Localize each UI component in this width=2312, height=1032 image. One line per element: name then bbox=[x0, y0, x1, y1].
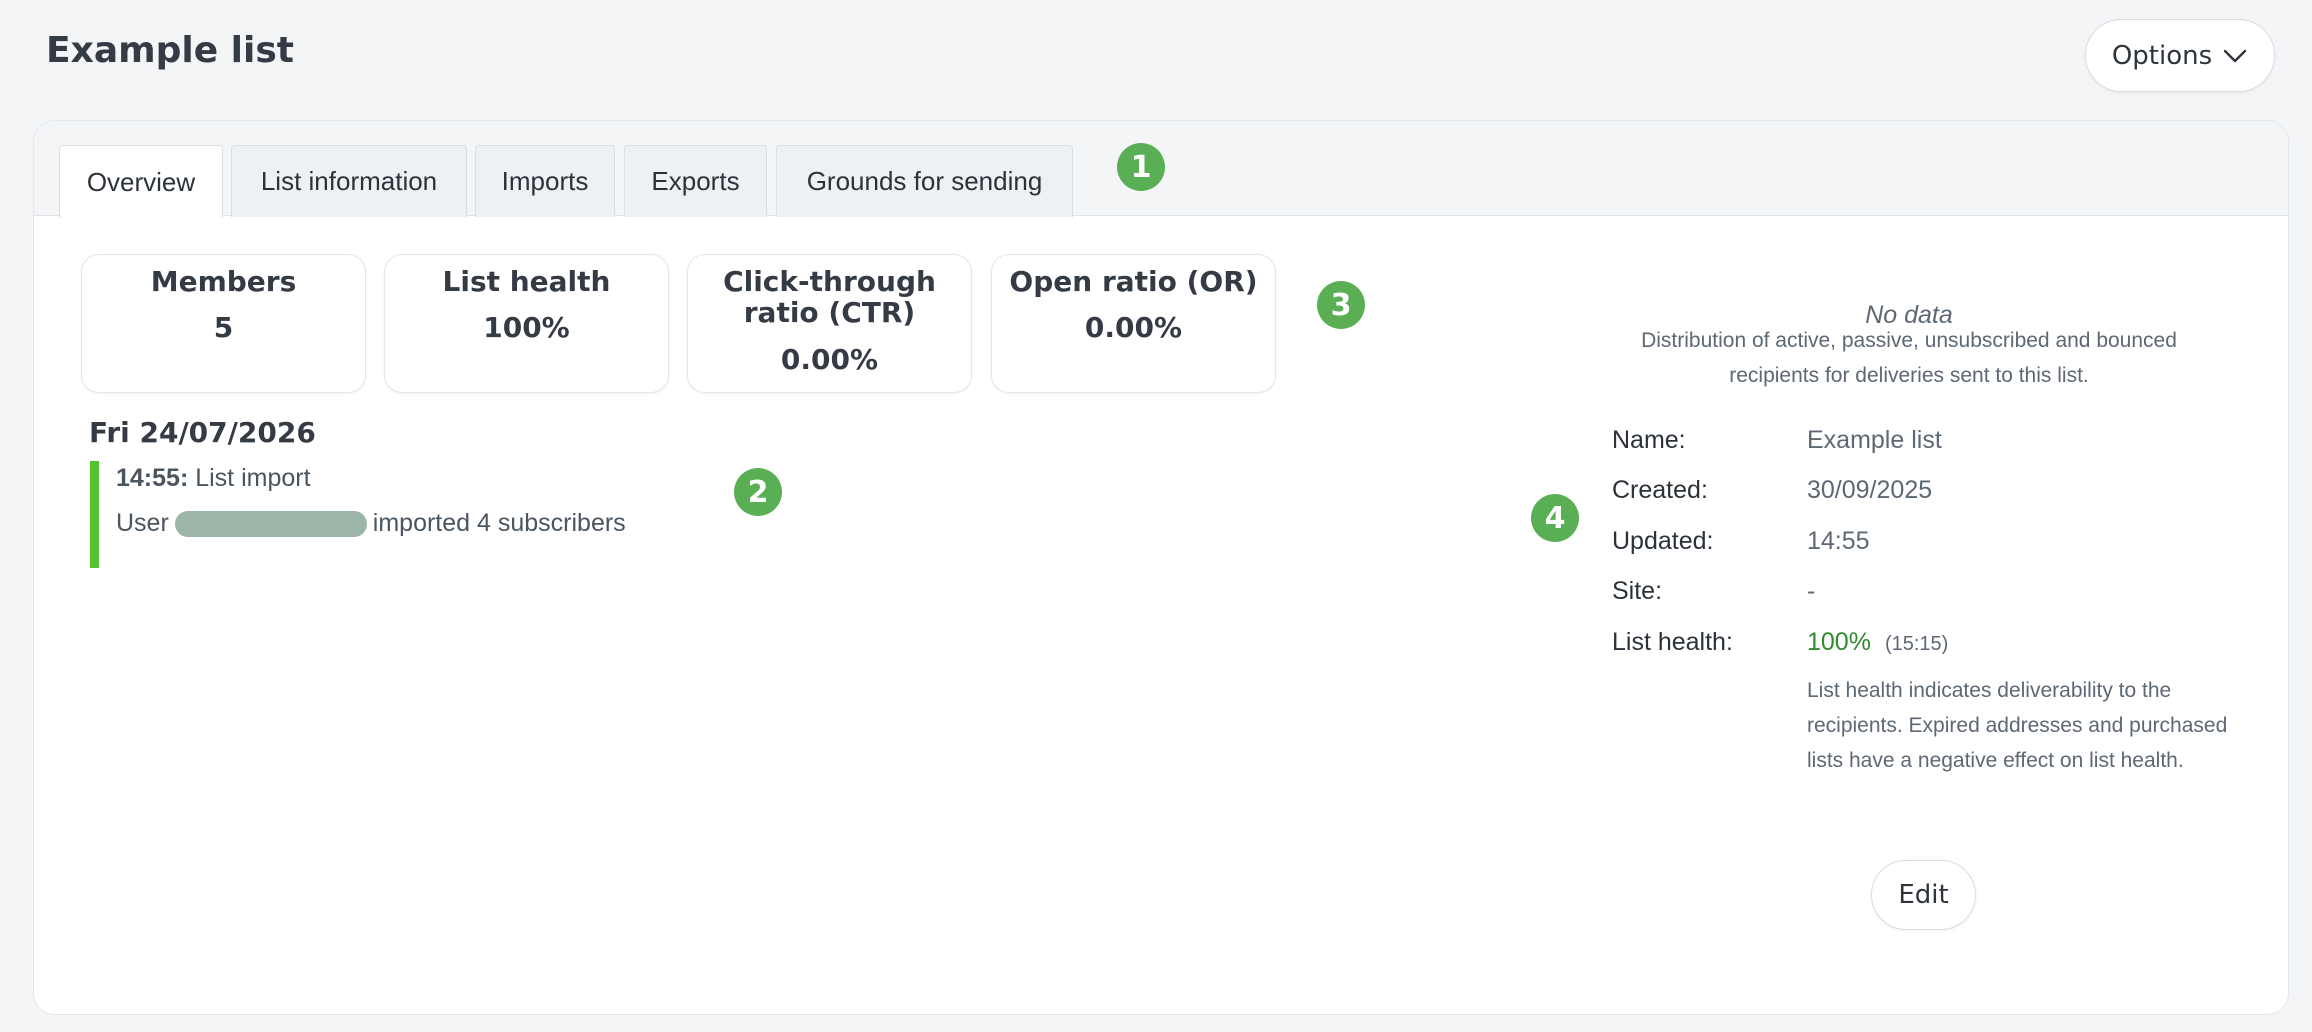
chevron-down-icon bbox=[2223, 49, 2247, 62]
tab-imports[interactable]: Imports bbox=[475, 145, 615, 217]
tab-exports[interactable]: Exports bbox=[624, 145, 767, 217]
list-card: Overview List information Imports Export… bbox=[33, 120, 2289, 1015]
stat-card-open-ratio: Open ratio (OR) 0.00% bbox=[991, 254, 1276, 393]
activity-detail: User imported 4 subscribers bbox=[116, 509, 626, 538]
info-label-created: Created: bbox=[1612, 476, 1708, 504]
callout-marker-3: 3 bbox=[1317, 281, 1365, 329]
info-value-list-health: 100% (15:15) bbox=[1807, 628, 1948, 657]
stat-value: 5 bbox=[213, 311, 234, 344]
options-button[interactable]: Options bbox=[2085, 19, 2275, 92]
activity-entry: 14:55: List import bbox=[116, 464, 311, 493]
stat-label-line2: ratio (CTR) bbox=[743, 296, 916, 329]
info-value-site: - bbox=[1807, 577, 1816, 605]
info-value-updated: 14:55 bbox=[1807, 527, 1870, 555]
info-label-name: Name: bbox=[1612, 426, 1686, 454]
stat-value: 0.00% bbox=[1084, 311, 1183, 344]
list-health-time: (15:15) bbox=[1884, 633, 1949, 655]
activity-date: Fri 24/07/2026 bbox=[89, 416, 316, 449]
stat-label: Members bbox=[150, 265, 297, 298]
activity-detail-prefix: User bbox=[116, 509, 169, 537]
edit-button[interactable]: Edit bbox=[1871, 860, 1976, 930]
list-health-percent: 100% bbox=[1807, 628, 1871, 656]
page-title: Example list bbox=[46, 30, 294, 71]
info-label-updated: Updated: bbox=[1612, 527, 1714, 555]
callout-marker-2: 2 bbox=[734, 468, 782, 516]
activity-detail-suffix: imported 4 subscribers bbox=[372, 509, 626, 537]
redacted-username bbox=[174, 510, 367, 537]
callout-marker-4: 4 bbox=[1531, 494, 1579, 542]
distribution-description: Distribution of active, passive, unsubsc… bbox=[1641, 329, 2177, 387]
stat-label: List health bbox=[442, 265, 611, 298]
activity-time: 14:55: bbox=[116, 464, 189, 492]
stat-label: Open ratio (OR) bbox=[1009, 265, 1258, 298]
list-health-description: List health indicates deliverability to … bbox=[1807, 679, 2228, 772]
stat-label-line1: Click-through bbox=[723, 265, 936, 298]
activity-bar bbox=[90, 461, 99, 568]
stat-value: 100% bbox=[483, 311, 570, 344]
options-label: Options bbox=[2111, 40, 2213, 71]
stat-card-list-health: List health 100% bbox=[384, 254, 669, 393]
activity-title: List import bbox=[195, 464, 311, 492]
stat-card-ctr: Click-through ratio (CTR) 0.00% bbox=[687, 254, 972, 393]
info-label-site: Site: bbox=[1612, 577, 1663, 605]
stat-card-members: Members 5 bbox=[81, 254, 366, 393]
tab-bar: Overview List information Imports Export… bbox=[34, 121, 2288, 218]
callout-marker-1: 1 bbox=[1117, 143, 1165, 191]
tab-overview[interactable]: Overview bbox=[59, 145, 223, 218]
tab-list-information[interactable]: List information bbox=[231, 145, 467, 217]
tab-grounds-for-sending[interactable]: Grounds for sending bbox=[776, 145, 1073, 217]
stat-value: 0.00% bbox=[780, 343, 879, 376]
info-value-created: 30/09/2025 bbox=[1807, 476, 1933, 504]
info-label-list-health: List health: bbox=[1612, 628, 1733, 656]
info-value-name: Example list bbox=[1807, 426, 1942, 454]
